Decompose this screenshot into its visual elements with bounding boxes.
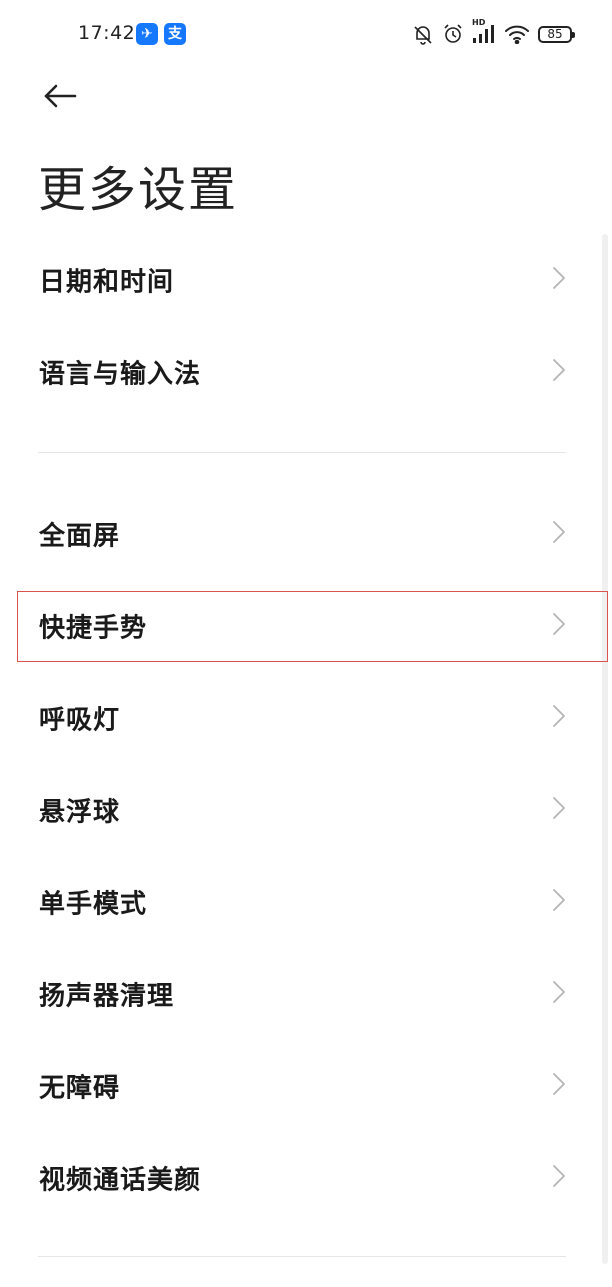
chevron-right-icon (552, 520, 566, 548)
arrow-left-icon (42, 83, 78, 113)
settings-item-full-screen[interactable]: 全面屏 (0, 488, 612, 580)
settings-item-label: 全面屏 (39, 521, 121, 552)
settings-item-one-handed[interactable]: 单手模式 (0, 856, 612, 948)
alipay-app-icon: 支 (164, 23, 186, 45)
chevron-right-icon (552, 1072, 566, 1100)
settings-item-label: 视频通话美颜 (39, 1165, 202, 1196)
status-icons: HD 85 (412, 18, 575, 48)
chevron-right-icon (552, 704, 566, 732)
settings-item-label: 快捷手势 (39, 613, 148, 644)
chevron-right-icon (552, 980, 566, 1008)
settings-item-date-time[interactable]: 日期和时间 (0, 234, 612, 326)
settings-item-video-call-beauty[interactable]: 视频通话美颜 (0, 1132, 612, 1224)
settings-item-speaker-cleaning[interactable]: 扬声器清理 (0, 948, 612, 1040)
status-time: 17:42 (78, 22, 136, 44)
settings-item-language-input[interactable]: 语言与输入法 (0, 326, 612, 418)
back-button[interactable] (32, 76, 88, 120)
bell-muted-icon (412, 23, 434, 45)
chevron-right-icon (552, 266, 566, 294)
hd-label: HD (472, 18, 486, 27)
battery-indicator: 85 (538, 25, 575, 43)
chevron-right-icon (552, 1164, 566, 1192)
alarm-icon (442, 23, 464, 45)
chevron-right-icon (552, 612, 566, 640)
chevron-right-icon (552, 358, 566, 386)
wifi-icon (504, 24, 530, 44)
settings-item-label: 呼吸灯 (39, 705, 121, 736)
chevron-right-icon (552, 888, 566, 916)
settings-item-label: 悬浮球 (39, 797, 121, 828)
settings-item-gestures[interactable]: 快捷手势 (0, 580, 612, 672)
page-title: 更多设置 (38, 162, 239, 218)
settings-item-notification-light[interactable]: 呼吸灯 (0, 672, 612, 764)
chevron-right-icon (552, 796, 566, 824)
status-bar: 17:42 ✈ 支 HD 85 (0, 0, 612, 70)
settings-item-label: 单手模式 (39, 889, 148, 920)
hd-signal-icon: HD (472, 18, 496, 44)
settings-item-accessibility[interactable]: 无障碍 (0, 1040, 612, 1132)
settings-item-floating-ball[interactable]: 悬浮球 (0, 764, 612, 856)
section-divider (38, 1256, 566, 1257)
settings-item-label: 扬声器清理 (39, 981, 175, 1012)
settings-item-label: 语言与输入法 (39, 359, 202, 390)
settings-item-label: 无障碍 (39, 1073, 121, 1104)
settings-item-label: 日期和时间 (39, 267, 175, 298)
section-divider (38, 452, 566, 453)
lark-app-icon: ✈ (136, 23, 158, 45)
